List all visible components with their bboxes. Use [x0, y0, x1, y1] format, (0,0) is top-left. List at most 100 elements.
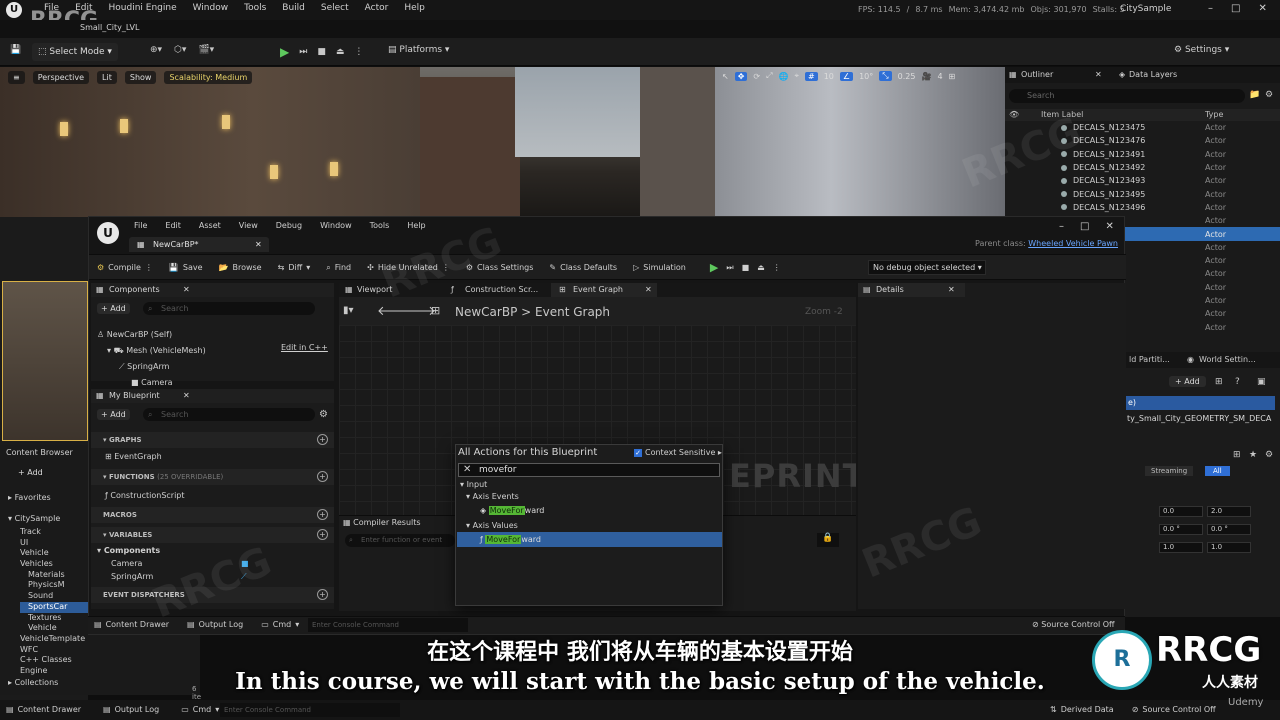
rotation-snap-value[interactable]: 10°	[859, 72, 873, 81]
tab-data-layers[interactable]: Data Layers	[1129, 70, 1177, 79]
outliner-row[interactable]: DECALS_N123496 Actor	[1005, 201, 1280, 214]
action-moveforward-value[interactable]: ƒ MoveForward	[480, 533, 541, 547]
simulation-button[interactable]: ▷ Simulation	[633, 263, 686, 272]
variable-camera[interactable]: Camera	[111, 559, 142, 568]
folder-item[interactable]: Textures	[20, 613, 88, 624]
filter-all[interactable]: All	[1205, 466, 1230, 476]
close-icon[interactable]: ✕	[645, 285, 652, 294]
bp-menu-help[interactable]: Help	[407, 221, 425, 230]
compiler-results-tab[interactable]: ▦ Compiler Results	[343, 518, 421, 527]
folder-icon[interactable]: 📁	[1249, 90, 1260, 100]
parent-class-link[interactable]: Wheeled Vehicle Pawn	[1028, 239, 1118, 248]
folder-item[interactable]: SportsCar	[20, 601, 88, 613]
close-icon[interactable]: ✕	[1095, 70, 1102, 79]
maximize-icon[interactable]: □	[1231, 3, 1240, 14]
viewport-menu-icon[interactable]: ≡	[8, 71, 25, 84]
transform-field[interactable]: 1.0	[1159, 542, 1203, 553]
clear-search-icon[interactable]: ✕	[463, 464, 471, 476]
menu-tools[interactable]: Tools	[244, 3, 266, 13]
blueprint-asset-tab[interactable]: ▦ NewCarBP* ✕	[129, 237, 269, 252]
favorites-section[interactable]: ▸ Favorites	[8, 493, 51, 502]
details-settings-icon[interactable]: ▣	[1257, 377, 1266, 387]
close-icon[interactable]: ✕	[183, 283, 190, 297]
section-graphs[interactable]: ▾ GRAPHS +	[91, 432, 334, 448]
stop-icon[interactable]: ■	[742, 263, 750, 272]
component-self[interactable]: ♙ NewCarBP (Self)	[97, 327, 206, 343]
eject-icon[interactable]: ⏏	[757, 263, 765, 272]
cmd-dropdown[interactable]: ▭ Cmd ▾	[181, 705, 219, 714]
translate-tool-icon[interactable]: ✥	[734, 71, 748, 81]
show-button[interactable]: Show	[124, 71, 157, 84]
bp-menu-asset[interactable]: Asset	[199, 221, 221, 230]
bp-menu-tools[interactable]: Tools	[370, 221, 390, 230]
folder-item[interactable]: Materials	[20, 570, 88, 581]
edit-in-cpp-link[interactable]: Edit in C++	[281, 343, 328, 352]
folder-item[interactable]: Sound	[20, 591, 88, 602]
transform-field[interactable]: 1.0	[1207, 542, 1251, 553]
cmd-dropdown[interactable]: ▭ Cmd ▾	[261, 620, 299, 629]
cinematics-icon[interactable]: 🎬▾	[198, 45, 214, 55]
tab-world-partition[interactable]: ld Partiti...	[1129, 355, 1170, 364]
platforms-dropdown[interactable]: ▤ Platforms ▾	[388, 45, 449, 55]
scale-snap-value[interactable]: 0.25	[898, 72, 916, 81]
add-actor-icon[interactable]: ⊕▾	[150, 45, 162, 55]
event-graph-item[interactable]: ⊞ EventGraph	[105, 452, 162, 461]
section-macros[interactable]: MACROS +	[91, 507, 334, 523]
breadcrumb-blueprint[interactable]: NewCarBP	[455, 305, 517, 319]
maximize-icon[interactable]: □	[1080, 221, 1089, 232]
menu-select[interactable]: Select	[321, 3, 349, 13]
select-mode-dropdown[interactable]: ⬚ Select Mode ▾	[32, 43, 118, 61]
unreal-logo-icon[interactable]: U	[6, 2, 22, 18]
settings-icon[interactable]: ⚙	[1265, 450, 1273, 460]
add-function-icon[interactable]: +	[317, 471, 328, 482]
bp-menu-file[interactable]: File	[134, 221, 147, 230]
selected-component[interactable]: e)	[1125, 396, 1275, 410]
level-tab[interactable]: Small_City_LVL	[80, 23, 139, 32]
more-icon[interactable]: ⋮	[773, 263, 781, 272]
minimize-icon[interactable]: –	[1208, 3, 1213, 14]
save-button[interactable]: 💾 Save	[169, 263, 203, 272]
source-control-button[interactable]: ⊘ Source Control Off	[1132, 705, 1216, 714]
menu-build[interactable]: Build	[282, 3, 305, 13]
add-macro-icon[interactable]: +	[317, 509, 328, 520]
bp-menu-debug[interactable]: Debug	[276, 221, 302, 230]
help-icon[interactable]: ?	[1235, 377, 1240, 387]
stop-icon[interactable]: ■	[317, 47, 326, 57]
outliner-row[interactable]: DECALS_N123493 Actor	[1005, 174, 1280, 187]
folder-item[interactable]: PhysicsM	[20, 580, 88, 591]
select-tool-icon[interactable]: ↖	[722, 72, 729, 81]
folder-item[interactable]: Vehicles	[20, 559, 88, 570]
lit-button[interactable]: Lit	[97, 71, 117, 84]
details-tab[interactable]: ▤ Details ✕	[858, 283, 965, 297]
menu-window[interactable]: Window	[193, 3, 229, 13]
graph-menu-icon[interactable]: ▮▾	[343, 305, 354, 316]
close-icon[interactable]: ✕	[1258, 3, 1266, 14]
add-graph-icon[interactable]: +	[317, 434, 328, 445]
my-blueprint-search-input[interactable]: ⌕ Search	[143, 408, 315, 421]
blueprint-icon[interactable]: ⬡▾	[174, 45, 186, 55]
rotate-tool-icon[interactable]: ⟳	[753, 72, 760, 81]
category-axis-values[interactable]: ▾ Axis Values	[466, 521, 518, 530]
section-variables[interactable]: ▾ VARIABLES +	[91, 527, 334, 543]
console-input[interactable]: Enter Console Command	[220, 703, 400, 717]
folder-item[interactable]: Track	[20, 527, 88, 538]
step-icon[interactable]: ⏭	[299, 47, 307, 57]
project-folder[interactable]: ▾ CitySample	[8, 514, 60, 523]
transform-field[interactable]: 0.0 °	[1159, 524, 1203, 535]
transform-field[interactable]: 0.0 °	[1207, 524, 1251, 535]
filter-streaming[interactable]: Streaming	[1145, 466, 1194, 476]
grid-view-icon[interactable]: ⊞	[1233, 450, 1241, 460]
context-sensitive-checkbox[interactable]: ✓ Context Sensitive ▸	[634, 448, 722, 457]
play-options-icon[interactable]: ⋮	[354, 47, 363, 57]
eject-icon[interactable]: ⏏	[336, 47, 345, 57]
derived-data-button[interactable]: ⇅ Derived Data	[1050, 705, 1114, 714]
settings-icon[interactable]: ⚙	[319, 409, 328, 420]
menu-houdini-engine[interactable]: Houdini Engine	[109, 3, 177, 13]
scale-tool-icon[interactable]: ⤢	[766, 71, 772, 81]
section-functions[interactable]: ▾ FUNCTIONS (25 OVERRIDABLE) +	[91, 469, 334, 485]
blueprint-icon[interactable]: ⊞	[1215, 377, 1223, 387]
play-icon[interactable]: ▶	[710, 261, 718, 274]
tab-construction-script[interactable]: Construction Scr...	[465, 285, 538, 294]
debug-object-dropdown[interactable]: No debug object selected ▾	[868, 260, 986, 275]
grid-size-value[interactable]: 10	[824, 72, 834, 81]
